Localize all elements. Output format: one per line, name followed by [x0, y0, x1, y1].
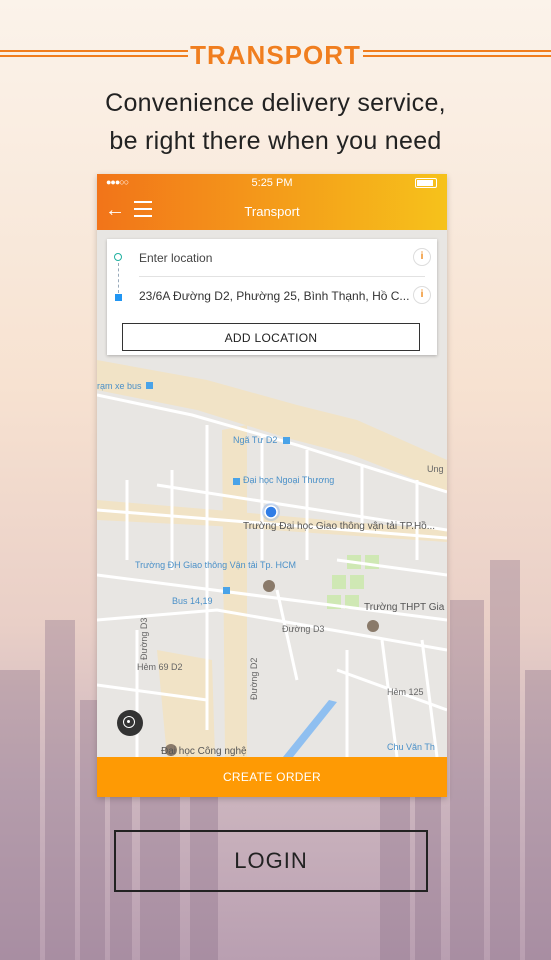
status-time: 5:25 PM [251, 177, 293, 189]
phone-mockup: ●●●○○ 5:25 PM ← Transport rạm xe bus Ngã… [97, 174, 447, 797]
header-rule-right [363, 50, 551, 57]
destination-square-icon [115, 294, 122, 301]
map-label-ung: Ung [427, 464, 444, 474]
origin-circle-icon [114, 253, 122, 261]
tagline-line-1: Convenience delivery service, [105, 89, 446, 117]
map-label-chu-van: Chu Văn Th [387, 742, 435, 752]
page-header: TRANSPORT [0, 38, 551, 72]
dropoff-row[interactable]: 23/6A Đường D2, Phường 25, Bình Thạnh, H… [107, 277, 437, 313]
location-card: Enter location i 23/6A Đường D2, Phường … [107, 239, 437, 355]
map-label-dh-giao-thong: Trường ĐH Giao thông Vận tải Tp. HCM [135, 560, 296, 570]
map-label-thpt: Trường THPT Gia [364, 602, 445, 613]
pickup-input[interactable]: Enter location [139, 251, 411, 265]
info-icon[interactable]: i [413, 248, 431, 266]
app-bar: ← Transport [97, 192, 447, 230]
map-label-giao-thong: Trường Đại học Giao thông vận tải TP.Hồ.… [243, 520, 435, 532]
map-label-bus-14: Bus 14,19 [172, 596, 213, 606]
pickup-row[interactable]: Enter location i [107, 239, 437, 293]
map-label-nga-tu: Ngã Tư D2 [233, 435, 277, 445]
login-button[interactable]: LOGIN [114, 830, 428, 892]
map-label-cong-nghe: Đại học Công nghệ [161, 746, 247, 757]
map-label-duong-d2-vertical: Đường D2 [249, 658, 259, 700]
map-label-hem-69: Hẻm 69 D2 [137, 662, 183, 672]
battery-icon [415, 178, 437, 188]
create-order-button[interactable]: CREATE ORDER [97, 757, 447, 797]
info-icon[interactable]: i [413, 286, 431, 304]
map-label-ngoai-thuong: Đại học Ngoại Thương [243, 475, 334, 485]
dropoff-input[interactable]: 23/6A Đường D2, Phường 25, Bình Thạnh, H… [139, 289, 411, 303]
map-label-hem-125: Hẻm 125 [387, 687, 424, 697]
map-label-bus-left: rạm xe bus [97, 381, 142, 391]
tagline: Convenience delivery service, be right t… [0, 84, 551, 160]
map-label-duong-d3-vertical: Đường D3 [139, 618, 149, 660]
add-location-button[interactable]: ADD LOCATION [122, 323, 420, 351]
tagline-line-2: be right there when you need [109, 127, 442, 155]
app-title: Transport [244, 204, 300, 219]
map-label-duong-d3: Đường D3 [282, 624, 324, 634]
status-bar: ●●●○○ 5:25 PM [97, 174, 447, 192]
my-location-icon[interactable] [117, 710, 143, 736]
